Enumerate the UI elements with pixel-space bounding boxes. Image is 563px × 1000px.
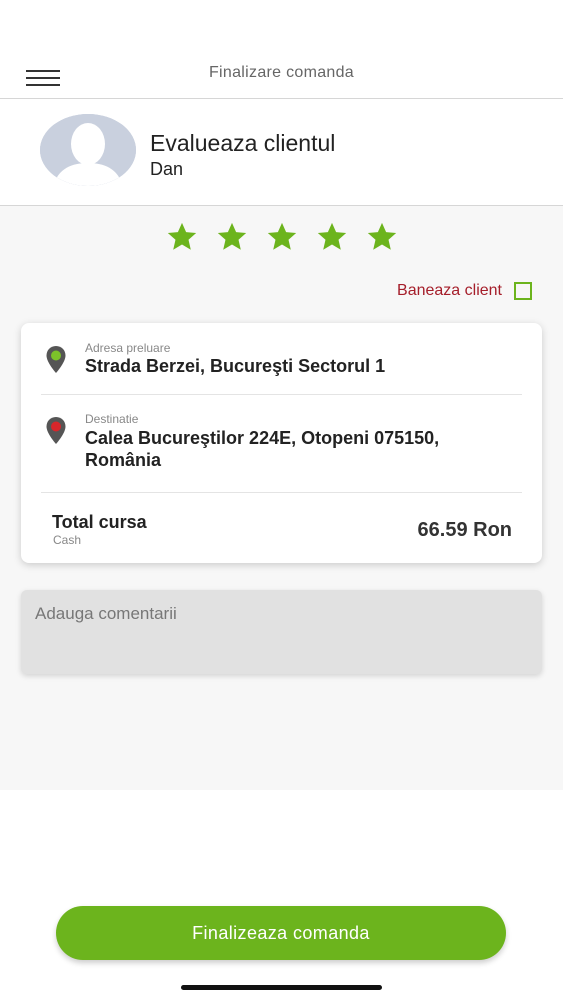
red-location-pin-icon [46,417,66,444]
star-icon[interactable] [265,220,299,254]
ban-client-toggle[interactable]: Baneaza client [397,280,532,302]
star-icon[interactable] [365,220,399,254]
client-name: Dan [150,159,184,179]
user-avatar-icon [40,114,136,186]
payment-method: Cash [53,533,82,547]
star-icon[interactable] [215,220,249,254]
total-value: 66.59 Ron [417,519,512,541]
destination-label: Destinatie [85,412,139,426]
pickup-label: Adresa preluare [85,341,171,355]
star-icon[interactable] [165,220,199,254]
ban-client-label: Baneaza client [397,282,502,299]
green-location-pin-icon [46,346,66,373]
destination-address-line2: România [85,450,162,470]
destination-address-line1: Calea Bucureştilor 224E, Otopeni 075150, [85,428,440,448]
client-rating-title: Evalueaza clientul [150,130,336,156]
star-icon[interactable] [315,220,349,254]
finish-order-button[interactable]: Finalizeaza comanda [56,906,506,960]
ban-client-checkbox[interactable] [514,282,532,300]
home-indicator [181,985,382,990]
card-divider [41,394,522,395]
app-header: Finalizare comanda [0,0,563,99]
card-divider [41,492,522,493]
comment-input[interactable] [21,590,542,674]
client-section: Evalueaza clientul Dan [0,99,563,206]
page-title: Finalizare comanda [208,64,355,81]
star-rating[interactable] [0,220,563,260]
total-label: Total cursa [52,512,147,532]
ride-details-card: Adresa preluare Strada Berzei, Bucureşti… [21,323,542,563]
pickup-address: Strada Berzei, Bucureşti Sectorul 1 [85,356,386,376]
